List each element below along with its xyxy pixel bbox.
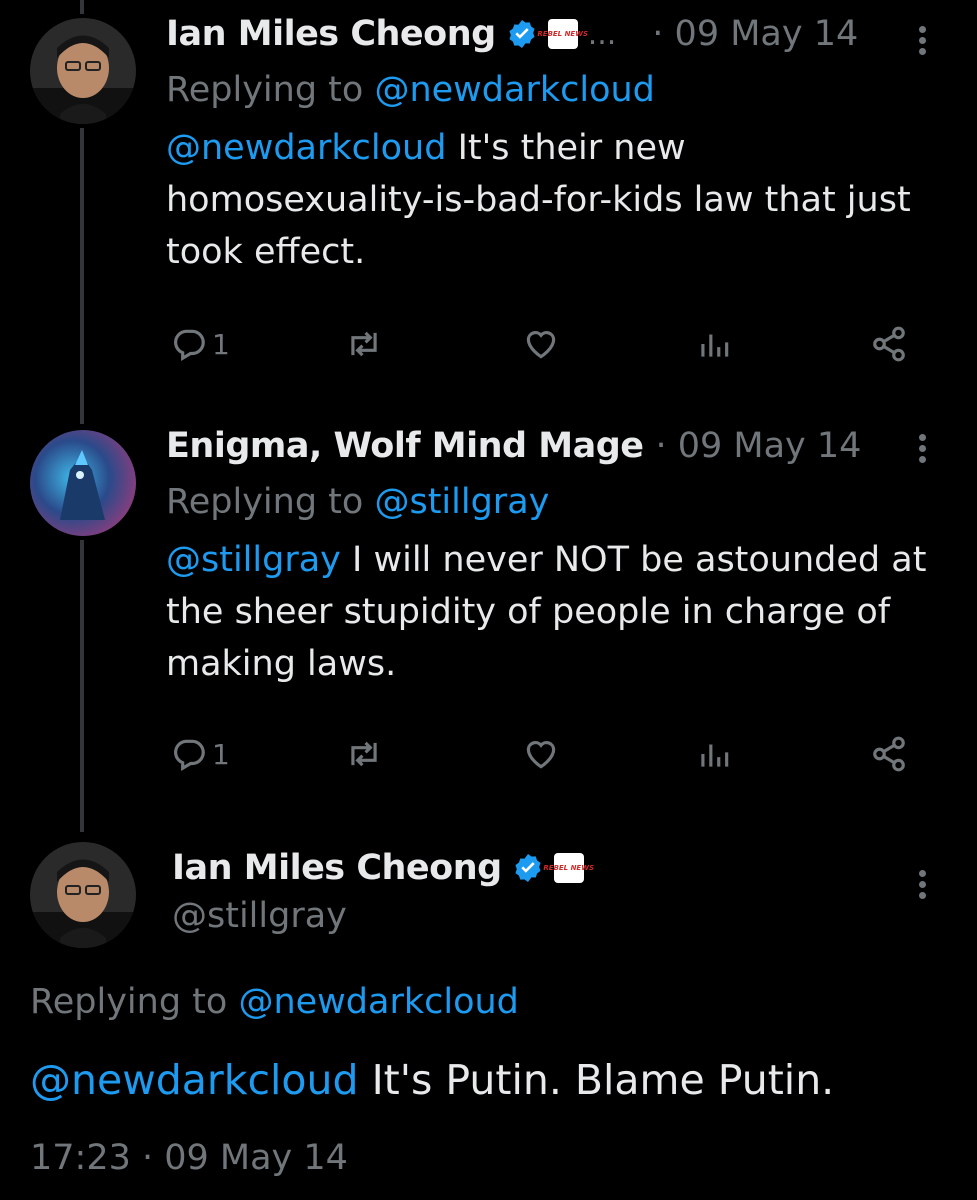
tweet-actions: 1 [0, 324, 977, 364]
display-name[interactable]: Ian Miles Cheong [166, 14, 496, 54]
reply-count: 1 [212, 327, 230, 361]
share-button[interactable] [870, 735, 908, 773]
verified-badge-icon [515, 854, 541, 882]
share-icon [873, 326, 905, 362]
retweet-button[interactable] [345, 325, 383, 363]
tweet-text: @stillgray I will never NOT be astounded… [166, 540, 927, 684]
views-icon [701, 334, 729, 357]
affiliation-badge[interactable]: REBEL NEWS [543, 853, 594, 883]
like-icon [526, 741, 556, 769]
views-button[interactable] [695, 325, 733, 363]
reply-icon [174, 739, 205, 772]
replying-to: Replying to @stillgray [166, 482, 550, 522]
replying-handle-link[interactable]: @newdarkcloud [374, 70, 654, 110]
affiliation-badge[interactable]: REBEL NEWS [537, 19, 588, 49]
retweet-icon [351, 741, 377, 767]
main-tweet-header: Ian Miles Cheong REBEL NEWS @stillgray [172, 848, 947, 936]
thread-line [80, 0, 84, 14]
mention-link[interactable]: @newdarkcloud [30, 1056, 359, 1104]
avatar[interactable] [30, 842, 136, 948]
like-button[interactable] [522, 735, 560, 773]
views-button[interactable] [695, 735, 733, 773]
main-tweet-text: @newdarkcloud It's Putin. Blame Putin. [30, 1056, 835, 1104]
display-name[interactable]: Ian Miles Cheong [172, 848, 502, 888]
reply-button[interactable]: 1 [170, 325, 230, 363]
retweet-icon [351, 331, 377, 357]
reply-icon [174, 329, 205, 362]
like-icon [526, 331, 556, 359]
tweet-timestamp[interactable]: 17:23 · 09 May 14 [30, 1138, 348, 1178]
more-icon[interactable] [919, 866, 929, 903]
replying-to: Replying to @newdarkcloud [30, 982, 519, 1022]
replying-to: Replying to @newdarkcloud [166, 70, 655, 110]
replying-handle-link[interactable]: @stillgray [374, 482, 549, 522]
tweet-time[interactable]: · 09 May 14 [652, 14, 858, 54]
tweet-time[interactable]: · 09 May 14 [655, 426, 861, 466]
share-icon [873, 736, 905, 772]
reply-count: 1 [212, 737, 230, 771]
name-truncation: ... [587, 16, 617, 52]
like-button[interactable] [522, 325, 560, 363]
thread-line [80, 540, 84, 832]
verified-badge-icon [509, 20, 535, 48]
avatar[interactable] [30, 430, 136, 536]
reply-button[interactable]: 1 [170, 735, 230, 773]
handle[interactable]: @stillgray [172, 896, 947, 936]
replying-handle-link[interactable]: @newdarkcloud [238, 982, 518, 1022]
more-icon[interactable] [919, 22, 929, 59]
views-icon [701, 744, 729, 767]
more-icon[interactable] [919, 430, 929, 467]
mention-link[interactable]: @newdarkcloud [166, 128, 446, 168]
tweet-actions: 1 [0, 734, 977, 774]
tweet-header: Enigma, Wolf Mind Mage · 09 May 14 [166, 426, 947, 466]
thread-line [80, 128, 84, 424]
retweet-button[interactable] [345, 735, 383, 773]
tweet-header: Ian Miles Cheong REBEL NEWS ... · 09 May… [166, 14, 947, 54]
share-button[interactable] [870, 325, 908, 363]
avatar[interactable] [30, 18, 136, 124]
tweet-text: @newdarkcloud It's their new homosexuali… [166, 128, 911, 272]
mention-link[interactable]: @stillgray [166, 540, 341, 580]
tweet[interactable]: Enigma, Wolf Mind Mage · 09 May 14 Reply… [166, 426, 947, 690]
tweet[interactable]: Ian Miles Cheong REBEL NEWS ... · 09 May… [166, 14, 947, 278]
display-name[interactable]: Enigma, Wolf Mind Mage [166, 426, 644, 466]
